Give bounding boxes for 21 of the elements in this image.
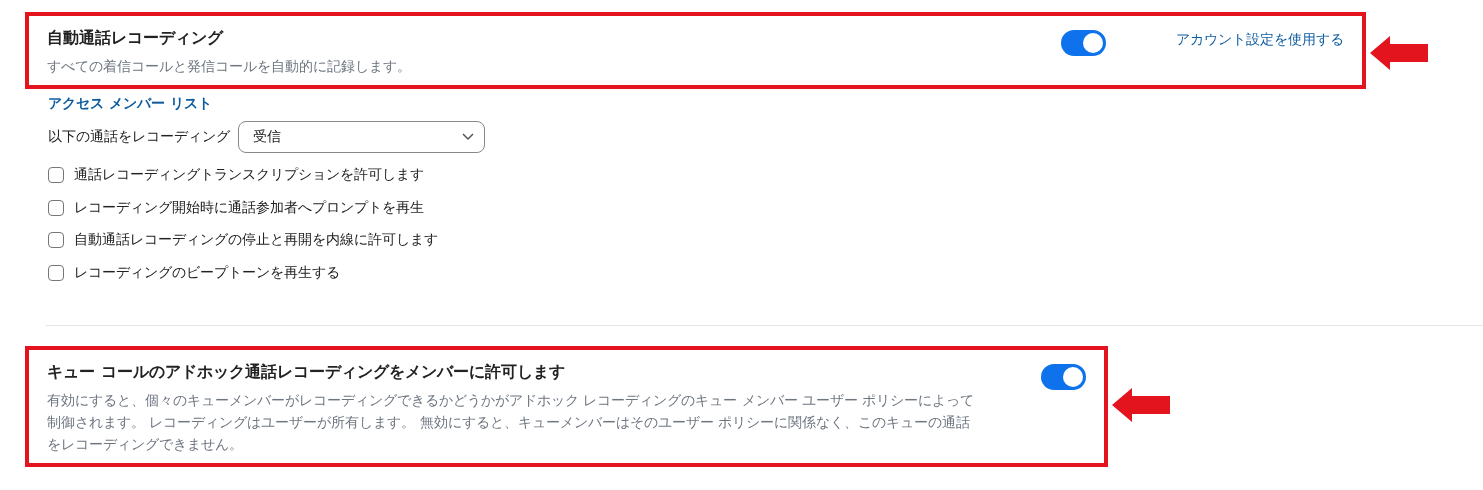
arrow-icon [1370,36,1430,70]
toggle-switch[interactable] [1041,364,1086,390]
account-settings-link[interactable]: アカウント設定を使用する [1176,31,1344,49]
setting-description: 有効にすると、個々のキューメンバーがレコーディングできるかどうかがアドホック レコーディングのキュー メンバー ユーザー ポリシーによって制御されます。 レコーディングはユーザーが所有します。 無効にすると、キューメンバーはそのユーザー ポリシーに関係なく、このキューの通話をレコーディングできません。 [47,391,976,454]
checkbox-label: 通話レコーディングトランスクリプションを許可します [74,166,424,185]
arrow-icon [1112,388,1172,422]
access-member-list-link[interactable]: アクセス メンバー リスト [48,95,1483,113]
checkbox-label: レコーディング開始時に通話参加者へプロンプトを再生 [74,198,424,217]
chevron-down-icon [462,133,474,141]
setting-title: キュー コールのアドホック通話レコーディングをメンバーに許可します [47,362,566,383]
checkbox[interactable] [48,232,64,249]
setting-description: すべての着信コールと発信コールを自動的に記録します。 [47,57,412,76]
checkbox-label: 自動通話レコーディングの停止と再開を内線に許可します [74,231,438,250]
record-calls-label: 以下の通話をレコーディング [48,128,230,146]
checkbox[interactable] [48,264,64,281]
setting-title: 自動通話レコーディング [47,28,225,49]
checkbox[interactable] [48,199,64,216]
call-type-dropdown[interactable]: 受信 [238,121,485,153]
checkbox[interactable] [48,167,64,184]
toggle-switch[interactable] [1061,30,1106,56]
checkbox-label: レコーディングのビープトーンを再生する [74,263,340,282]
